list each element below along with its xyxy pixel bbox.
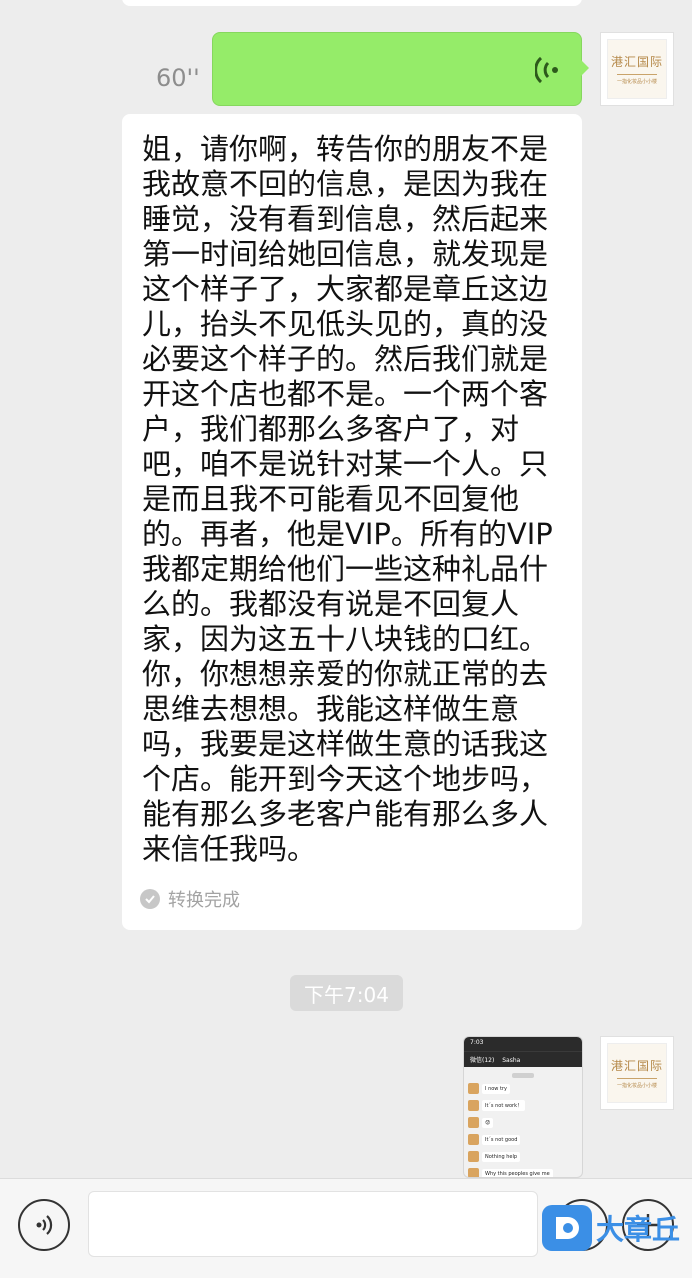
thumbnail-status-bar: 7:03 bbox=[464, 1037, 582, 1051]
avatar[interactable]: 港汇国际 一指化妆品小小楼 bbox=[600, 32, 674, 106]
check-circle-icon bbox=[140, 889, 160, 909]
thumbnail-message: Nothing help bbox=[468, 1150, 582, 1163]
image-message-thumbnail[interactable]: 7:03 微信(12) Sasha I now try It´s not wor… bbox=[463, 1036, 583, 1178]
thumbnail-nav-bar: 微信(12) Sasha bbox=[464, 1051, 582, 1067]
thumbnail-message: It´s not work！ bbox=[468, 1099, 582, 1112]
voice-transcript-bubble[interactable]: 姐，请你啊，转告你的朋友不是我故意不回的信息，是因为我在睡觉，没有看到信息，然后… bbox=[122, 114, 582, 930]
message-input[interactable] bbox=[88, 1191, 538, 1257]
thumbnail-message: Why this peoples give me bbox=[468, 1167, 582, 1177]
thumbnail-message: 😟 bbox=[468, 1116, 582, 1129]
voice-input-icon[interactable] bbox=[18, 1199, 70, 1251]
thumbnail-message: It´s not good bbox=[468, 1133, 582, 1146]
avatar[interactable]: 港汇国际 一指化妆品小小楼 bbox=[600, 1036, 674, 1110]
transcript-text: 姐，请你啊，转告你的朋友不是我故意不回的信息，是因为我在睡觉，没有看到信息，然后… bbox=[142, 132, 553, 866]
watermark-logo bbox=[542, 1205, 592, 1251]
voice-wave-icon bbox=[535, 56, 558, 84]
message-timestamp: 下午7:04 bbox=[290, 975, 403, 1011]
watermark-text: 大章丘 bbox=[596, 1213, 681, 1246]
brand-logo: 港汇国际 一指化妆品小小楼 bbox=[607, 1043, 667, 1103]
voice-message-bubble[interactable] bbox=[212, 32, 589, 106]
transcript-status-label: 转换完成 bbox=[168, 890, 240, 911]
previous-message-bubble[interactable] bbox=[122, 0, 582, 6]
brand-logo: 港汇国际 一指化妆品小小楼 bbox=[607, 39, 667, 99]
watermark: 大章丘 bbox=[542, 1203, 680, 1253]
voice-duration: 60'' bbox=[156, 64, 200, 92]
thumbnail-message: I now try bbox=[468, 1082, 582, 1095]
transcript-status: 转换完成 bbox=[140, 886, 240, 912]
